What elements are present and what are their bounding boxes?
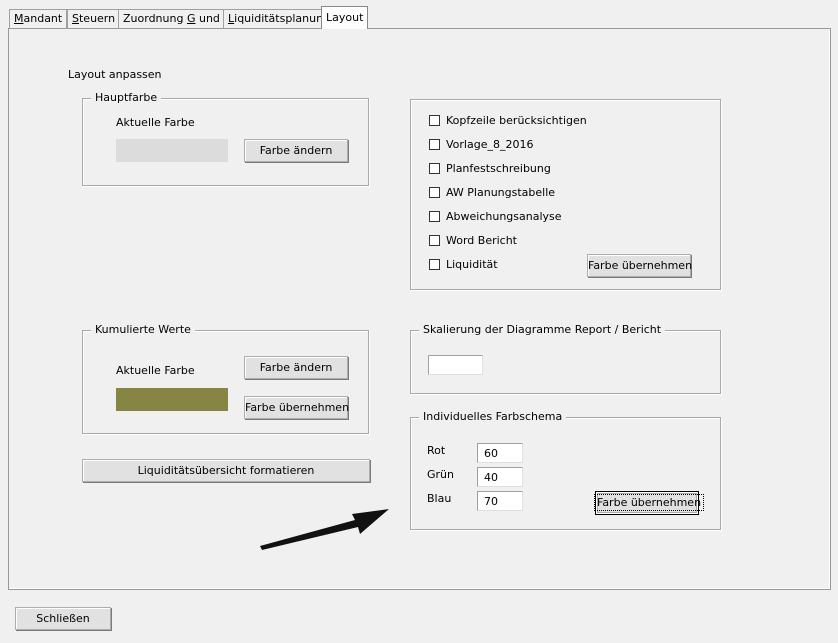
checkbox-box[interactable] [429,115,440,126]
gruen-input[interactable] [477,467,523,487]
hauptfarbe-change-button[interactable]: Farbe ändern [244,139,348,162]
rot-label: Rot [427,444,446,457]
checkbox-label: Kopfzeile berücksichtigen [446,114,587,127]
checkbox-label: Abweichungsanalyse [446,210,562,223]
blau-input[interactable] [477,491,523,511]
checkbox-label: Planfestschreibung [446,162,551,175]
arrow-annotation-icon [260,509,389,550]
hauptfarbe-current-label: Aktuelle Farbe [116,116,195,129]
liquiditaetsuebersicht-format-button[interactable]: Liquiditätsübersicht formatieren [82,459,370,482]
farbschema-apply-label: Farbe übernehmen [593,494,705,511]
kumulierte-color-swatch [116,388,228,411]
checkbox-box[interactable] [429,259,440,270]
checkbox-label: AW Planungstabelle [446,186,556,199]
checkbox-box[interactable] [429,187,440,198]
checkbox-box[interactable] [429,139,440,150]
gruen-label: Grün [427,468,454,481]
hauptfarbe-color-swatch [116,139,228,162]
checkbox-label: Vorlage_8_2016 [446,138,534,151]
farbschema-legend: Individuelles Farbschema [419,410,567,423]
close-button[interactable]: Schließen [15,607,111,630]
kumulierte-werte-legend: Kumulierte Werte [91,323,195,336]
skalierung-input[interactable] [428,355,483,375]
checkbox-box[interactable] [429,235,440,246]
checkbox-apply-button[interactable]: Farbe übernehmen [587,254,692,277]
skalierung-legend: Skalierung der Diagramme Report / Berich… [419,323,666,336]
farbschema-apply-button[interactable]: Farbe übernehmen [593,491,705,515]
kumulierte-apply-button[interactable]: Farbe übernehmen [244,396,349,419]
kumulierte-current-label: Aktuelle Farbe [116,364,195,377]
checkbox-box[interactable] [429,211,440,222]
checkbox-box[interactable] [429,163,440,174]
section-title: Layout anpassen [68,68,162,81]
rot-input[interactable] [477,443,523,463]
kumulierte-change-button[interactable]: Farbe ändern [244,356,348,379]
hauptfarbe-legend: Hauptfarbe [91,91,162,104]
blau-label: Blau [427,492,452,505]
checkbox-label: Liquidität [446,258,498,271]
checkbox-label: Word Bericht [446,234,517,247]
